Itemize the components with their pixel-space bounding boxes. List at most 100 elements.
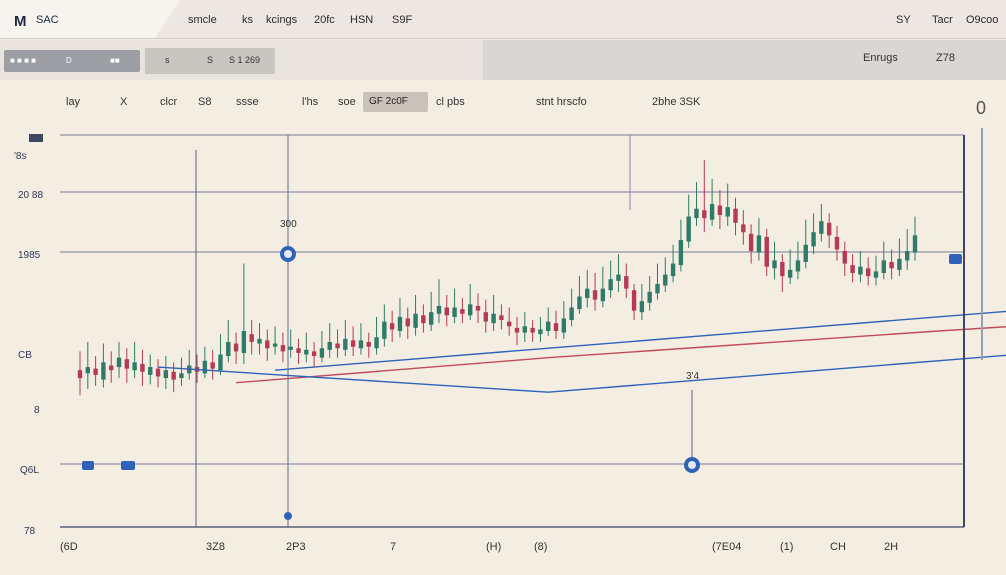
candle-body [343, 338, 348, 350]
y-axis-label: CB [18, 350, 32, 361]
candle-body [585, 288, 590, 299]
candle-body [140, 363, 145, 372]
candle-body [538, 329, 543, 335]
candle-body [694, 208, 699, 219]
trendline [157, 354, 1006, 393]
x-axis-label: CH [830, 541, 846, 553]
candlestick-series [77, 160, 918, 396]
candle-body [826, 222, 832, 236]
candle-body [569, 307, 574, 321]
candle-body [319, 348, 325, 358]
candle-body [358, 340, 364, 349]
candle-body [819, 221, 824, 234]
candle-body [514, 327, 520, 333]
candle-body [733, 208, 738, 223]
candle-body [702, 210, 707, 219]
candle-body [881, 260, 886, 273]
y-axis-label: 78 [24, 526, 36, 537]
candle-body [795, 260, 801, 272]
candle-body [382, 321, 387, 339]
x-axis-label: (6D [60, 541, 78, 553]
candle-body [624, 276, 629, 289]
candle-body [904, 251, 910, 261]
candle-body [717, 205, 723, 215]
candle-body [639, 301, 645, 313]
candle-body [483, 312, 488, 322]
candle-body [530, 327, 535, 333]
trendlines [157, 310, 1006, 393]
candle-body [803, 244, 808, 263]
candle-body [522, 326, 528, 333]
candle-body [912, 235, 918, 253]
x-axis-label: 2H [884, 541, 899, 553]
candle-body [873, 271, 879, 278]
candle-body [335, 343, 340, 349]
candle-body [748, 233, 754, 252]
price-annotation: 3'4 [686, 371, 700, 382]
candle-body [155, 368, 161, 377]
x-axis-label: (1) [780, 541, 794, 553]
x-axis-label: 3Z8 [206, 541, 225, 553]
candle-body [546, 321, 551, 331]
candle-body [655, 283, 660, 294]
candle-body [226, 341, 231, 357]
price-chart[interactable] [0, 0, 1006, 575]
candle-body [670, 263, 676, 277]
candle-body [452, 307, 457, 317]
candle-body [257, 338, 262, 344]
y-axis-label: '8s [14, 151, 27, 162]
candle-body [171, 371, 176, 380]
candle-body [561, 318, 567, 333]
candle-body [889, 262, 894, 269]
candle-body [467, 304, 473, 316]
candle-body [577, 296, 582, 310]
candle-body [218, 354, 223, 371]
candle-body [616, 274, 621, 281]
candle-body [600, 288, 606, 302]
candle-body [725, 207, 730, 217]
chart-frame [60, 128, 983, 528]
candle-body [272, 343, 278, 347]
candle-body [460, 309, 465, 314]
x-axis-label: 2P3 [286, 541, 306, 553]
candle-body [858, 266, 863, 275]
candle-body [311, 351, 317, 357]
candle-body [608, 279, 613, 291]
candle-body [842, 251, 847, 264]
candle-body [772, 260, 777, 269]
candle-body [202, 360, 208, 374]
candle-body [413, 313, 418, 328]
corner-annotation: 0 [976, 98, 987, 118]
candle-body [741, 224, 746, 233]
candle-body [249, 334, 254, 342]
candle-body [124, 359, 130, 369]
x-axis-label: (7E04 [712, 541, 742, 553]
candle-body [444, 307, 449, 316]
candle-body [678, 240, 684, 266]
candle-body [280, 345, 286, 352]
candle-body [850, 265, 855, 273]
candle-body [374, 337, 379, 349]
candle-body [296, 348, 301, 353]
x-axis-label: 7 [390, 541, 397, 553]
candle-body [241, 331, 247, 353]
candle-body [397, 316, 403, 331]
candle-body [421, 315, 426, 324]
y-axis-label: 20 88 [18, 190, 44, 201]
candle-body [865, 268, 871, 277]
x-axis-label: (8) [534, 541, 548, 553]
candle-body [288, 346, 293, 350]
candle-body [436, 305, 442, 314]
candle-body [233, 343, 239, 352]
candle-body [101, 362, 106, 380]
candle-body [491, 313, 496, 324]
y-axis-label: 8 [34, 405, 40, 416]
candle-body [756, 235, 762, 253]
candle-body [210, 362, 215, 369]
candle-body [163, 370, 169, 379]
candle-body [507, 321, 512, 327]
candle-body [764, 236, 769, 267]
candle-body [475, 305, 481, 311]
x-axis-label: (H) [486, 541, 502, 553]
candle-body [132, 362, 137, 371]
